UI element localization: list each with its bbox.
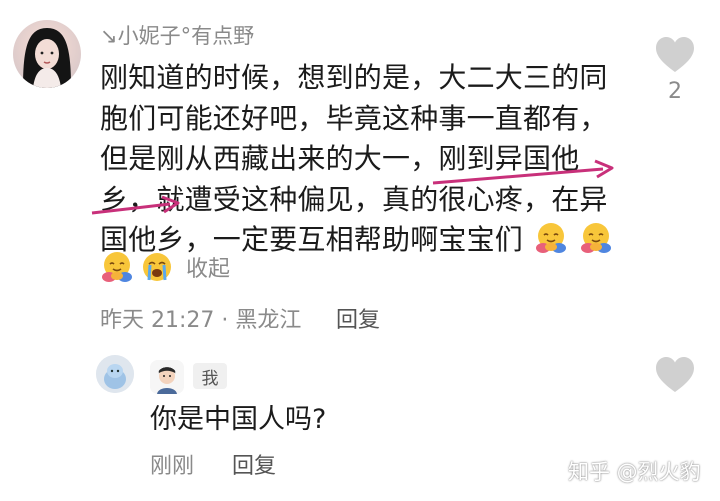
avatar-boy: [150, 360, 184, 394]
comment-line: 刚知道的时候，想到的是，大二大三的同: [100, 61, 608, 94]
collapse-link[interactable]: 收起: [186, 251, 230, 283]
reply-reply-button[interactable]: 回复: [232, 448, 276, 480]
me-badge: 我: [193, 363, 227, 389]
hugging-emoji-icon: [102, 252, 132, 282]
comment-line: 胞们可能还好吧，毕竟这种事一直都有，: [100, 101, 608, 135]
reply-target-avatar[interactable]: [96, 355, 134, 393]
crying-emoji-icon: [143, 253, 171, 281]
reply-button[interactable]: 回复: [336, 302, 380, 334]
hugging-emoji-icon: [581, 223, 612, 253]
comment-author-name[interactable]: ↘小妮子°有点野: [100, 20, 254, 50]
reply-author-avatar[interactable]: [150, 360, 184, 394]
reply-time: 刚刚: [150, 454, 195, 479]
reply-like-heart-icon[interactable]: [655, 356, 695, 396]
comment-meta: 昨天 21:27 · 黑龙江: [100, 308, 302, 333]
comment-line: 乡，就遭受这种偏见，真的很心疼，在异: [100, 182, 608, 216]
hugging-emoji-icon: [536, 223, 567, 253]
like-count: 2: [668, 79, 682, 104]
commenter-avatar[interactable]: [13, 20, 81, 88]
comment-body: 刚知道的时候，想到的是，大二大三的同 胞们可能还好吧，毕竟这种事一直都有， 但是…: [100, 58, 625, 261]
like-heart-icon[interactable]: [655, 36, 695, 76]
avatar-portrait: [23, 28, 71, 88]
zhihu-watermark: 知乎 @烈火豹: [568, 460, 701, 484]
reply-body: 你是中国人吗?: [150, 404, 327, 435]
emoji-and-collapse-row: 收起: [100, 250, 230, 284]
avatar-cartoon: [96, 355, 134, 393]
comment-line: 但是刚从西藏出来的大一，刚到异国他: [100, 142, 580, 175]
